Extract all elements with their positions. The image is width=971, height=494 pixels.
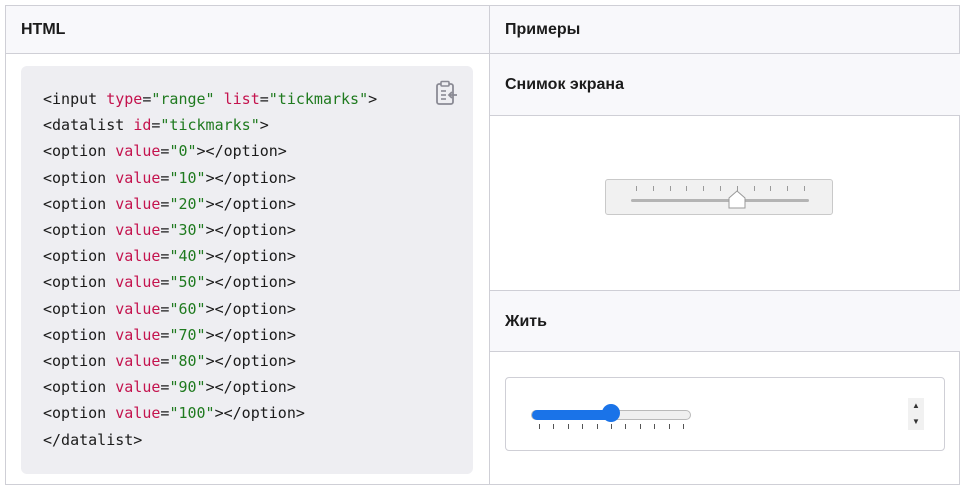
code-token: <option (43, 168, 116, 187)
code-token: ></option> (205, 273, 296, 292)
code-token: ></option> (205, 325, 296, 344)
live-tick (654, 424, 656, 429)
screenshot-tick (686, 186, 688, 191)
code-token: value (115, 142, 161, 161)
code-token: "10" (169, 168, 206, 187)
live-tick (539, 424, 540, 429)
code-token: <datalist (43, 116, 134, 135)
example-table: HTML Примеры <input type="range" list="t… (5, 5, 960, 485)
live-tick (582, 424, 584, 429)
screenshot-tick (703, 186, 705, 191)
code-token: ></option> (205, 247, 296, 266)
screenshot-range-track (631, 199, 809, 202)
code-token: ></option> (205, 194, 296, 213)
code-token: value (115, 299, 161, 318)
screenshot-tick (804, 186, 805, 191)
live-tick (611, 424, 612, 429)
live-tick (625, 424, 627, 429)
code-token: value (115, 352, 161, 371)
live-range-fill (532, 410, 612, 420)
code-token: value (115, 378, 161, 397)
scroll-spinner[interactable]: ▲ ▼ (908, 398, 924, 430)
code-token: ></option> (205, 221, 296, 240)
code-token: "tickmarks" (268, 90, 369, 108)
code-token: "range" (151, 90, 215, 108)
screenshot-range-image (605, 179, 833, 215)
live-tick (683, 424, 684, 429)
code-listing[interactable]: <input type="range" list="tickmarks"> <d… (43, 86, 377, 453)
header-html: HTML (21, 21, 66, 38)
code-token: > (259, 116, 269, 135)
screenshot-tick (652, 186, 654, 191)
code-token: <option (43, 299, 116, 318)
code-token: "20" (169, 194, 206, 213)
code-token: value (115, 325, 161, 344)
code-token: "50" (169, 273, 206, 292)
spin-down-icon[interactable]: ▼ (908, 414, 924, 430)
screenshot-range-thumb (728, 190, 746, 209)
spin-up-icon[interactable]: ▲ (908, 398, 924, 415)
screenshot-tick (787, 186, 789, 191)
code-token: <option (43, 273, 116, 292)
screenshot-tick (770, 186, 772, 191)
code-block: <input type="range" list="tickmarks"> <d… (21, 66, 473, 474)
code-token: type (106, 90, 143, 108)
code-token: <option (43, 194, 116, 213)
code-token: <option (43, 404, 116, 423)
live-tick (668, 424, 670, 429)
code-token: id (133, 116, 152, 135)
code-token: ></option> (205, 352, 296, 371)
code-token: "30" (169, 221, 206, 240)
live-tick (567, 424, 569, 429)
code-token: "100" (169, 404, 215, 423)
code-token: ></option> (196, 142, 287, 161)
screenshot-tick (669, 186, 671, 191)
code-token: value (115, 273, 161, 292)
code-token: "80" (169, 352, 206, 371)
code-token: "70" (169, 325, 206, 344)
screenshot-tick (720, 186, 721, 191)
live-example-box: ▲ ▼ (505, 377, 945, 451)
code-token: "60" (169, 299, 206, 318)
code-token: <option (43, 142, 116, 161)
live-tick (596, 424, 598, 429)
code-token: <option (43, 247, 116, 266)
code-token: "0" (169, 142, 197, 161)
table-header-row: HTML Примеры (6, 6, 959, 54)
code-token: = (259, 90, 269, 108)
code-token: list (223, 90, 260, 108)
header-examples: Примеры (505, 21, 581, 38)
code-token: ></option> (205, 168, 296, 187)
code-token: ></option> (205, 299, 296, 318)
code-token: <option (43, 378, 116, 397)
code-token: ></option> (205, 378, 296, 397)
screenshot-tick (636, 186, 637, 191)
code-token: <option (43, 221, 116, 240)
live-tick (639, 424, 641, 429)
code-token: </datalist> (43, 430, 143, 449)
code-token: "tickmarks" (160, 116, 260, 135)
code-token: value (115, 404, 161, 423)
live-range-thumb[interactable] (602, 404, 620, 422)
code-token: <option (43, 325, 116, 344)
code-token: ></option> (214, 404, 305, 423)
clipboard-copy-icon[interactable] (435, 80, 459, 106)
live-section-title: Жить (490, 290, 960, 352)
code-token: "40" (169, 247, 206, 266)
code-token: <option (43, 352, 116, 371)
code-token: value (115, 194, 161, 213)
code-token: value (115, 221, 161, 240)
code-token: value (115, 247, 161, 266)
code-token: "90" (169, 378, 206, 397)
code-token: <input (43, 90, 107, 108)
code-token: value (115, 168, 161, 187)
screenshot-section-title: Снимок экрана (490, 54, 960, 116)
screenshot-tick (753, 186, 755, 191)
live-tick (553, 424, 555, 429)
code-token: > (368, 90, 378, 108)
